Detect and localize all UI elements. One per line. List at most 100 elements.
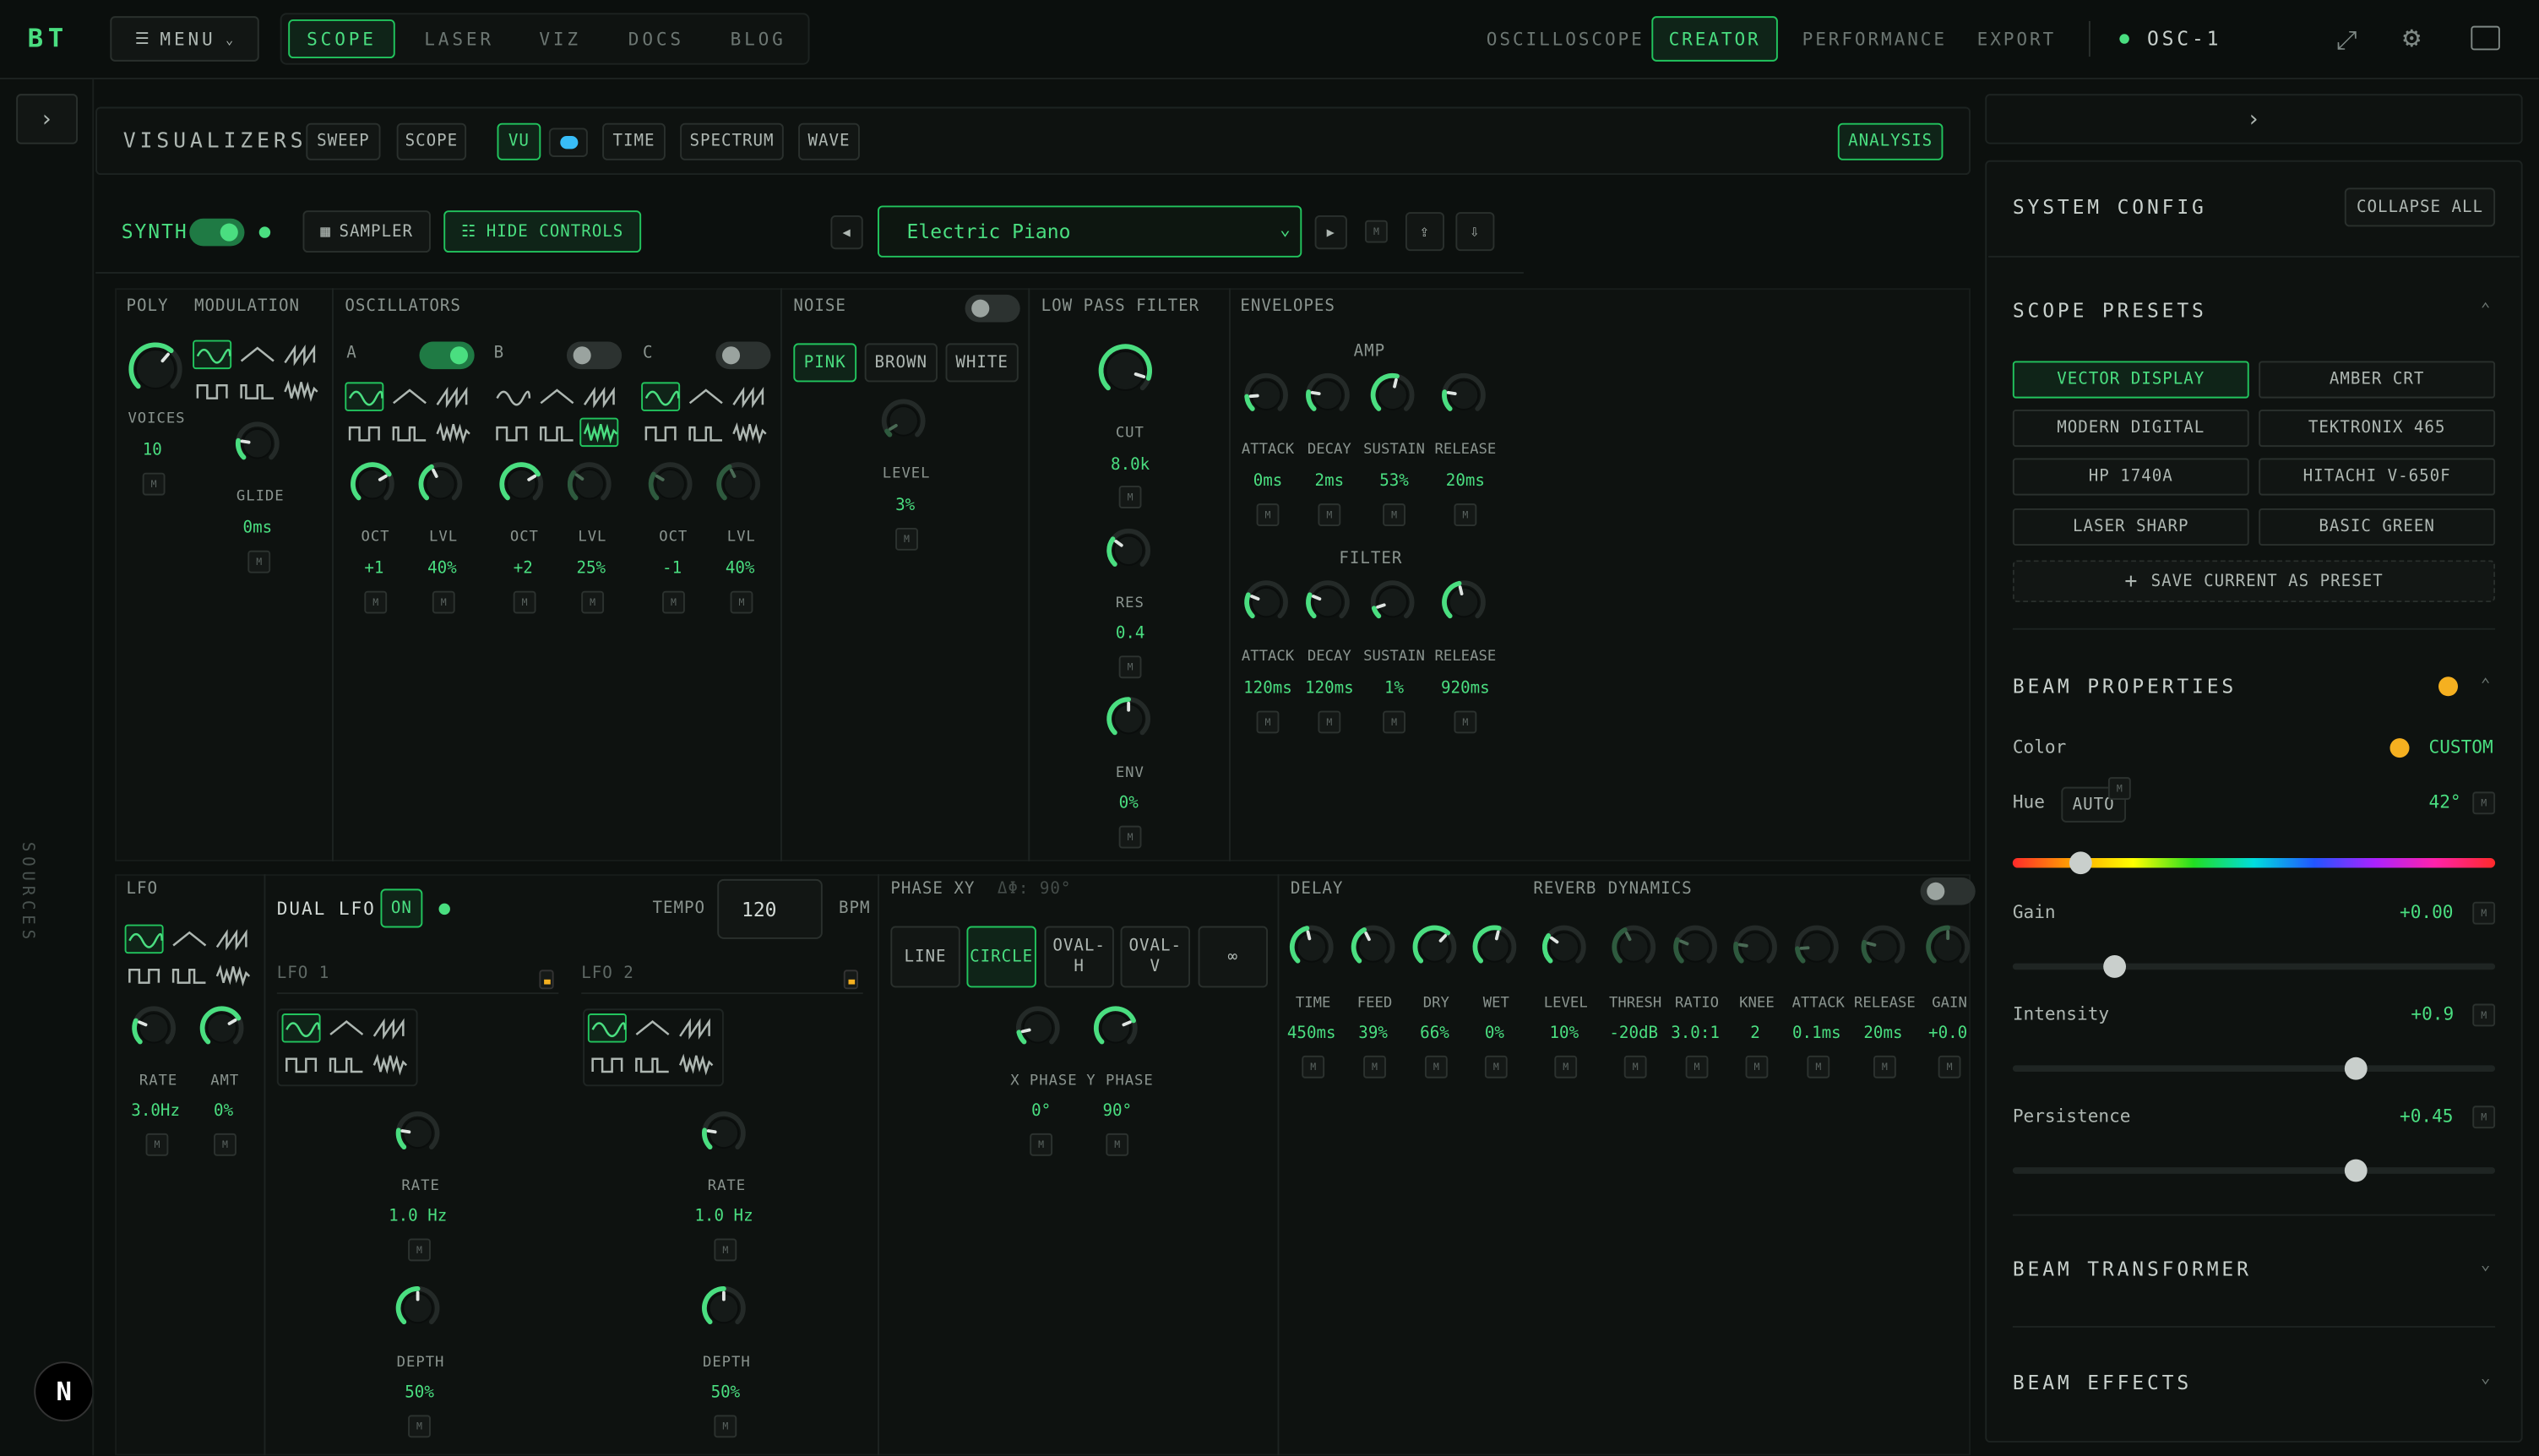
sine-wave-icon[interactable]	[587, 1013, 627, 1043]
fx-thresh-midi[interactable]: M	[1623, 1055, 1647, 1078]
viz-spectrum-button[interactable]: SPECTRUM	[680, 122, 784, 160]
filter-release-midi[interactable]: M	[1454, 710, 1477, 734]
fx-ratio-knob[interactable]	[1671, 923, 1722, 975]
osc-b-lvl-knob[interactable]	[565, 459, 617, 511]
res-knob[interactable]	[1104, 526, 1155, 578]
viz-wave-button[interactable]: WAVE	[798, 122, 860, 160]
tab-blog[interactable]: BLOG	[731, 30, 786, 51]
lfo1-rate-knob[interactable]	[394, 1109, 445, 1160]
preset-basic-green[interactable]: BASIC GREEN	[2259, 508, 2496, 546]
phase-oval-v-button[interactable]: OVAL-V	[1120, 926, 1190, 988]
next-logo[interactable]: N	[34, 1361, 95, 1422]
persistence-midi[interactable]: M	[2472, 1106, 2496, 1129]
noise-brown-button[interactable]: BROWN	[864, 343, 938, 383]
cut-midi[interactable]: M	[1118, 486, 1142, 508]
pulse-wave-icon[interactable]	[168, 960, 207, 990]
sources-vertical-label[interactable]: SOURCES	[18, 842, 35, 944]
lfo1-depth-midi[interactable]: M	[408, 1415, 431, 1438]
square-wave-icon[interactable]	[345, 418, 383, 448]
osc-c-toggle[interactable]	[715, 341, 771, 370]
dynamics-toggle[interactable]	[1920, 877, 1976, 905]
lfo-rate-midi[interactable]: M	[145, 1133, 169, 1156]
save-preset-button[interactable]: + SAVE CURRENT AS PRESET	[2012, 560, 2496, 603]
saw-wave-icon[interactable]	[729, 382, 768, 411]
osc-c-oct-midi[interactable]: M	[662, 590, 685, 614]
lfo2-depth-knob[interactable]	[699, 1284, 751, 1335]
fx-knee-knob[interactable]	[1731, 923, 1782, 975]
y-phase-midi[interactable]: M	[1106, 1133, 1129, 1156]
noise-wave-icon[interactable]	[432, 418, 471, 448]
preset-hp-1740a[interactable]: HP 1740A	[2012, 458, 2249, 496]
osc-a-toggle[interactable]	[419, 341, 475, 370]
color-swatch[interactable]	[2389, 738, 2410, 758]
intensity-slider-thumb[interactable]	[2344, 1057, 2367, 1080]
triangle-wave-icon[interactable]	[389, 382, 427, 411]
triangle-wave-icon[interactable]	[325, 1013, 364, 1043]
saw-wave-icon[interactable]	[280, 340, 319, 370]
filter-decay-midi[interactable]: M	[1318, 710, 1341, 734]
square-wave-icon[interactable]	[282, 1049, 321, 1078]
hue-slider-thumb[interactable]	[2069, 851, 2092, 875]
fx-time-midi[interactable]: M	[1302, 1055, 1325, 1078]
sine-wave-icon[interactable]	[641, 382, 681, 411]
tab-viz[interactable]: VIZ	[539, 30, 581, 51]
filter-release-knob[interactable]	[1439, 578, 1491, 629]
pulse-wave-icon[interactable]	[632, 1049, 671, 1078]
fx-release-knob[interactable]	[1859, 923, 1911, 975]
glide-midi-button[interactable]: M	[247, 550, 271, 573]
triangle-wave-icon[interactable]	[632, 1013, 671, 1043]
panel-toggle-icon[interactable]	[2471, 25, 2500, 51]
square-wave-icon[interactable]	[125, 960, 164, 990]
pulse-wave-icon[interactable]	[536, 418, 575, 448]
noise-wave-icon[interactable]	[280, 376, 319, 405]
amp-sustain-knob[interactable]	[1368, 371, 1420, 422]
sine-wave-icon[interactable]	[345, 382, 384, 411]
saw-wave-icon[interactable]	[212, 925, 251, 954]
phase-oval-h-button[interactable]: OVAL-H	[1044, 926, 1114, 988]
triangle-wave-icon[interactable]	[536, 382, 575, 411]
sine-wave-icon[interactable]	[281, 1013, 321, 1043]
preset-vector-display[interactable]: VECTOR DISPLAY	[2012, 361, 2249, 399]
filter-sustain-knob[interactable]	[1368, 578, 1420, 629]
square-wave-icon[interactable]	[193, 376, 231, 405]
lfo2-rate-midi[interactable]: M	[714, 1238, 737, 1262]
fx-feed-knob[interactable]	[1349, 923, 1400, 975]
noise-wave-icon[interactable]	[369, 1049, 408, 1078]
fx-ratio-midi[interactable]: M	[1685, 1055, 1709, 1078]
triangle-wave-icon[interactable]	[237, 340, 275, 370]
pulse-wave-icon[interactable]	[685, 418, 724, 448]
synth-toggle[interactable]	[189, 218, 245, 247]
osc-b-oct-knob[interactable]	[497, 459, 549, 511]
square-wave-icon[interactable]	[588, 1049, 627, 1078]
menu-button[interactable]: ☰ MENU ⌄	[110, 16, 259, 62]
dual-lfo-on-button[interactable]: ON	[380, 888, 423, 928]
square-wave-icon[interactable]	[641, 418, 680, 448]
osc-b-lvl-midi[interactable]: M	[581, 590, 605, 614]
noise-level-midi[interactable]: M	[895, 527, 918, 551]
osc-a-oct-knob[interactable]	[348, 459, 400, 511]
fx-gain-midi[interactable]: M	[1938, 1055, 1961, 1078]
saw-wave-icon[interactable]	[675, 1013, 714, 1043]
fx-release-midi[interactable]: M	[1873, 1055, 1896, 1078]
amp-sustain-midi[interactable]: M	[1383, 503, 1405, 527]
hue-midi-button[interactable]: M	[2107, 777, 2131, 800]
viz-sweep-button[interactable]: SWEEP	[306, 122, 381, 160]
noise-wave-icon[interactable]	[579, 417, 619, 448]
fx-gain-knob[interactable]	[1923, 923, 1975, 975]
saw-wave-icon[interactable]	[579, 382, 618, 411]
phase-infinity-button[interactable]: ∞	[1198, 926, 1269, 988]
expand-left-button[interactable]: ›	[16, 94, 79, 144]
noise-wave-icon[interactable]	[729, 418, 768, 448]
fx-level-midi[interactable]: M	[1554, 1055, 1578, 1078]
fx-thresh-knob[interactable]	[1609, 923, 1661, 975]
noise-wave-icon[interactable]	[675, 1049, 714, 1078]
preset-laser-sharp[interactable]: LASER SHARP	[2012, 508, 2249, 546]
tab-laser[interactable]: LASER	[424, 30, 494, 51]
lfo2-depth-midi[interactable]: M	[714, 1415, 737, 1438]
fx-wet-knob[interactable]	[1471, 923, 1522, 975]
noise-pink-button[interactable]: PINK	[793, 343, 857, 383]
next-preset-button[interactable]: ▶	[1314, 215, 1347, 250]
lfo1-depth-knob[interactable]	[394, 1284, 445, 1335]
amp-attack-midi[interactable]: M	[1256, 503, 1280, 527]
gain-midi[interactable]: M	[2472, 901, 2496, 925]
